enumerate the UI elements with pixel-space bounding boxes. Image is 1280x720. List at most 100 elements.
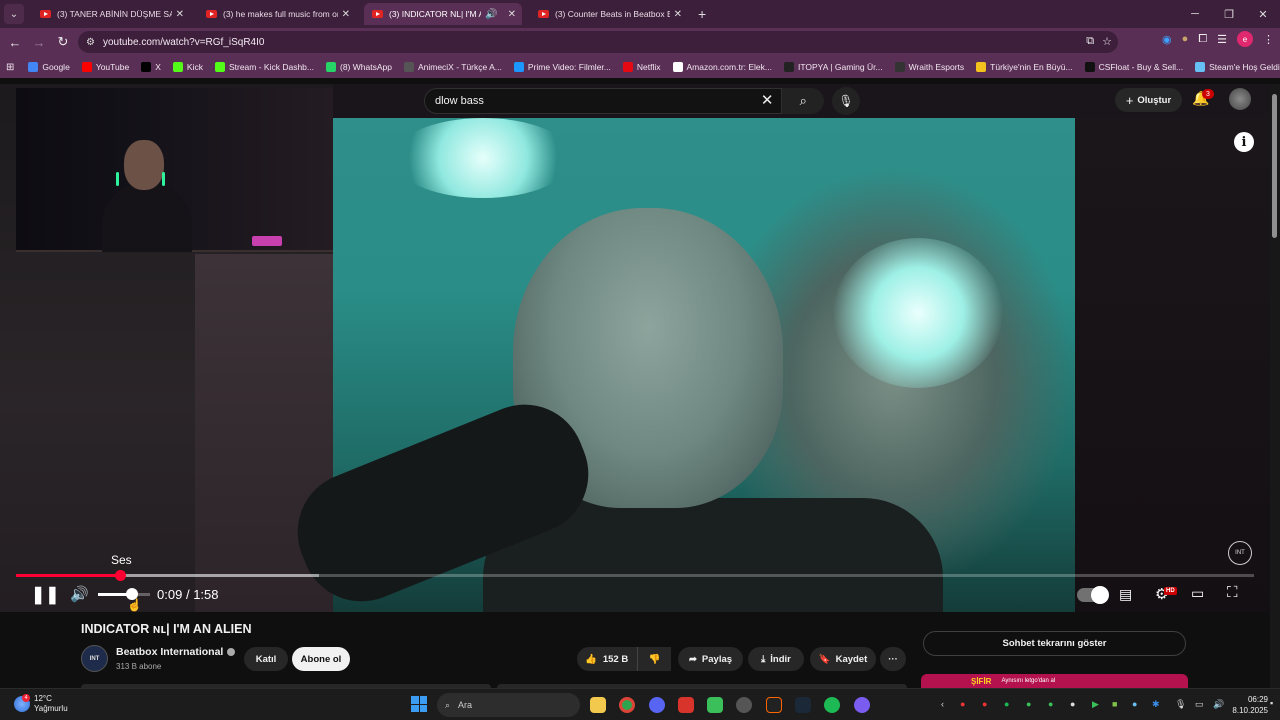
spotify-icon[interactable] [824,697,840,713]
bookmark-item[interactable]: Prime Video: Filmler... [513,62,611,72]
download-button[interactable]: ⤓ İndir [748,647,804,671]
more-actions-button[interactable]: ··· [880,647,906,671]
new-tab-button[interactable]: + [698,6,706,22]
tray-icon[interactable]: ● [1132,699,1137,709]
app-icon[interactable] [678,697,694,713]
browser-tab-3-active[interactable]: (3) INDICATOR NL| I'M AN A 🔊 ✕ [364,3,522,25]
app-icon[interactable] [766,697,782,713]
pause-button[interactable]: ❚❚ [31,585,60,605]
dislike-button[interactable]: 👎 [637,647,671,671]
close-tab-icon[interactable]: ✕ [508,9,516,20]
info-icon[interactable]: i [1234,132,1254,152]
tab-search-menu-button[interactable]: ⌄ [4,4,24,24]
close-tab-icon[interactable]: ✕ [176,9,184,20]
app-icon[interactable] [854,697,870,713]
volume-tray-icon[interactable]: 🔊 [1213,699,1224,710]
clear-search-icon[interactable]: ✕ [761,91,774,109]
browser-tab-1[interactable]: (3) TANER ABİNİN DÜŞME SAHN ✕ [32,3,190,25]
channel-watermark[interactable]: INT [1228,541,1252,565]
bookmark-item[interactable]: Steam'e Hoş Geldiniz [1195,62,1280,72]
media-control-icon[interactable]: ☰ [1217,33,1227,46]
tray-icon[interactable]: ● [1048,699,1053,709]
bookmark-item[interactable]: YouTube [81,62,129,72]
apps-grid-icon[interactable]: ⊞ [6,62,14,73]
ad-banner[interactable]: ŞİFİR Aynısını letgo'dan al [921,674,1188,688]
notification-center-icon[interactable]: ▪ [1270,698,1273,708]
theater-mode-icon[interactable]: ▭ [1191,585,1204,602]
discord-icon[interactable] [649,697,665,713]
tray-icon[interactable]: ● [982,699,987,709]
tray-chevron-icon[interactable]: ‹ [941,699,944,709]
tab-audio-icon[interactable]: 🔊 [485,9,497,20]
bluetooth-icon[interactable]: ✱ [1152,699,1160,710]
file-explorer-icon[interactable] [590,697,606,713]
show-chat-replay-button[interactable]: Sohbet tekrarını göster [923,631,1186,656]
progress-bar[interactable] [16,570,1254,581]
tray-icon[interactable]: ● [1070,699,1075,709]
search-input[interactable]: dlow bass ✕ [424,88,783,114]
taskbar-search[interactable]: ⌕ Ara [437,693,580,717]
tray-icon[interactable]: ■ [1112,699,1117,709]
bookmark-item[interactable]: Amazon.com.tr: Elek... [672,62,772,72]
bookmark-item[interactable]: Netflix [622,62,661,72]
restore-icon[interactable]: ❐ [1212,0,1246,28]
bookmark-item[interactable]: Türkiye'nin En Büyü... [976,62,1073,72]
tray-icon[interactable]: ▶ [1092,699,1099,710]
channel-name-link[interactable]: Beatbox International [116,646,236,658]
subtitles-icon[interactable]: ▤ [1119,586,1132,603]
network-icon[interactable]: ▭ [1195,699,1204,710]
tray-icon[interactable]: ● [960,699,965,709]
join-button[interactable]: Katıl [244,647,288,671]
taskbar-clock[interactable]: 06:29 8.10.2025 [1232,694,1268,716]
close-tab-icon[interactable]: ✕ [342,9,350,20]
extension-icon[interactable]: ● [1182,33,1189,45]
scrollbar-thumb[interactable] [1272,94,1277,238]
profile-avatar[interactable]: e [1237,31,1253,47]
bookmark-item[interactable]: Kick [172,62,203,72]
minimize-icon[interactable]: ─ [1178,0,1212,28]
windows-start-icon[interactable] [411,696,427,712]
install-app-icon[interactable]: ⧉ [1086,35,1094,48]
bookmark-item[interactable]: X [141,62,161,72]
close-tab-icon[interactable]: ✕ [674,9,682,20]
tray-icon[interactable]: ● [1026,699,1031,709]
extension-icon[interactable]: ◉ [1162,33,1172,46]
app-icon[interactable] [736,697,752,713]
bookmark-item[interactable]: Stream - Kick Dashb... [214,62,314,72]
close-window-icon[interactable]: ✕ [1246,0,1280,28]
app-icon[interactable] [707,697,723,713]
bookmark-item[interactable]: ITOPYA | Gaming Ür... [784,62,883,72]
address-bar[interactable]: ⚙ youtube.com/watch?v=RGf_iSqR4I0 ⧉ ☆ [78,31,1118,53]
account-avatar[interactable] [1229,88,1251,110]
create-button[interactable]: + Oluştur [1115,88,1182,112]
weather-widget[interactable]: 4 12°C Yağmurlu [14,694,68,714]
steam-icon[interactable] [795,697,811,713]
bookmark-star-icon[interactable]: ☆ [1102,35,1112,48]
bookmark-item[interactable]: Google [28,62,70,72]
fullscreen-icon[interactable]: ⛶ [1227,584,1238,601]
save-button[interactable]: 🔖 Kaydet [810,647,876,671]
chrome-icon[interactable] [619,697,635,713]
browser-tab-4[interactable]: (3) Counter Beats in Beatbox Ba ✕ [530,3,688,25]
bookmark-item[interactable]: (8) WhatsApp [325,62,392,72]
scrubber-handle[interactable] [114,570,126,581]
volume-icon[interactable]: 🔊 [70,585,89,603]
site-info-icon[interactable]: ⚙ [86,37,95,48]
browser-tab-2[interactable]: (3) he makes full music from on ✕ [198,3,356,25]
bookmark-item[interactable]: CSFloat - Buy & Sell... [1084,62,1183,72]
voice-search-button[interactable]: 🎙 [832,87,860,115]
browser-menu-icon[interactable]: ⋮ [1263,33,1274,46]
search-button[interactable]: ⌕ [782,88,824,114]
forward-icon[interactable]: → [27,30,51,54]
reload-icon[interactable]: ↻ [51,30,75,54]
extensions-puzzle-icon[interactable]: ⧠ [1198,33,1207,46]
bookmark-item[interactable]: AnimeciX - Türkçe A... [403,62,502,72]
autoplay-toggle[interactable] [1077,586,1109,604]
back-icon[interactable]: ← [3,30,27,54]
channel-avatar[interactable]: INT [81,645,108,672]
bookmark-item[interactable]: Wraith Esports [894,62,964,72]
microphone-tray-icon[interactable]: 🎙 [1175,699,1186,710]
tray-icon[interactable]: ● [1004,699,1009,709]
volume-slider[interactable] [98,588,150,600]
share-button[interactable]: ➦ Paylaş [678,647,743,671]
